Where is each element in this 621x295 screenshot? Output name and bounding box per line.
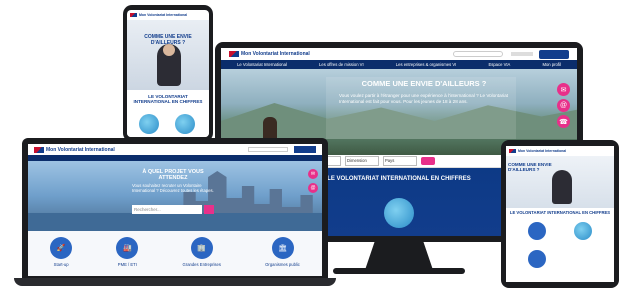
hero-title: À QUEL PROJET VOUS ATTENDEZ (142, 169, 204, 181)
phone-icon[interactable]: ☎ (557, 115, 570, 128)
monitor-base (333, 268, 465, 274)
search-input[interactable]: Rechercher... (132, 205, 202, 214)
category-card[interactable]: 🏢 Grandes Entreprises (183, 237, 221, 276)
login-button[interactable] (294, 146, 316, 153)
mail-icon[interactable]: @ (308, 183, 318, 193)
brand-name: Mon Volontariat International (518, 148, 567, 153)
stat-icon (528, 250, 546, 268)
category-card[interactable]: 🚀 Start-up (50, 237, 73, 276)
search-button[interactable] (421, 157, 435, 165)
logo-mark-icon (509, 148, 516, 153)
brand-logo[interactable]: Mon Volontariat International (229, 51, 310, 57)
section-title: LE VOLONTARIAT INTERNATIONAL EN CHIFFRES (509, 210, 611, 215)
laptop-header: Mon Volontariat International (28, 144, 322, 155)
logo-mark-icon (34, 146, 44, 153)
mail-icon[interactable]: @ (557, 99, 570, 112)
public-building-icon: 🏛 (271, 237, 294, 259)
category-label: PME / ETI (117, 262, 137, 267)
nav-item[interactable]: Espace VIA (488, 62, 510, 67)
globe-icon (175, 114, 195, 134)
chat-icon[interactable]: ✉ (557, 83, 570, 96)
brand-name: Mon Volontariat International (139, 12, 188, 17)
building-icon: 🏢 (190, 237, 213, 259)
category-card[interactable]: 🏛 Organismes public (265, 237, 300, 276)
hero-text: Vous voulez partir à l'étranger pour une… (339, 93, 509, 104)
hero-text: Vous souhaitez recruter un Volontaire In… (132, 183, 214, 194)
tablet-device: Mon Volontariat International COMME UNE … (501, 140, 619, 288)
factory-icon: 🏭 (116, 237, 139, 259)
nav-item[interactable]: Les entreprises & organismes VI (396, 62, 457, 67)
category-label: Organismes public (265, 262, 300, 267)
logo-mark-icon (229, 51, 239, 57)
filter-select[interactable]: Dimension (345, 156, 379, 166)
laptop-hero: À QUEL PROJET VOUS ATTENDEZ Vous souhait… (28, 161, 322, 231)
hero-water (28, 213, 322, 231)
laptop-categories: 🚀 Start-up 🏭 PME / ETI 🏢 Grandes Entrepr… (28, 231, 322, 276)
monitor-stand (365, 240, 433, 270)
stat-icon (528, 222, 546, 240)
laptop-base (14, 278, 336, 286)
chat-icon[interactable]: ✉ (308, 169, 318, 179)
search-input[interactable] (453, 51, 503, 57)
section-title: LE VOLONTARIAT INTERNATIONAL EN CHIFFRES (133, 94, 203, 104)
category-label: Grandes Entreprises (182, 262, 221, 267)
monitor-header: Mon Volontariat International (221, 48, 577, 60)
rocket-icon: 🚀 (50, 237, 73, 259)
globe-icon (139, 114, 159, 134)
phone-hero: COMME UNE ENVIE D'AILLEURS ? (127, 20, 209, 90)
phone-header: Mon Volontariat International (127, 10, 209, 19)
category-card[interactable]: 🏭 PME / ETI (116, 237, 139, 276)
monitor-nav: Le Volontariat International Les offres … (221, 60, 577, 69)
tablet-screen: Mon Volontariat International COMME UNE … (506, 146, 614, 282)
nav-item[interactable]: Le Volontariat International (237, 62, 287, 67)
tablet-hero: COMME UNE ENVIE D'AILLEURS ? (506, 156, 614, 208)
hero-person-figure (552, 170, 572, 204)
filter-select[interactable]: Pays (383, 156, 417, 166)
tablet-header: Mon Volontariat International (506, 146, 614, 155)
laptop-screen: Mon Volontariat International À QUEL PRO… (28, 144, 322, 276)
login-button[interactable] (539, 49, 569, 59)
brand-name: Mon Volontariat International (241, 51, 310, 57)
phone-device: Mon Volontariat International COMME UNE … (123, 5, 213, 142)
category-label: Start-up (53, 262, 69, 267)
brand-logo[interactable]: Mon Volontariat International (34, 146, 115, 153)
phone-screen: Mon Volontariat International COMME UNE … (127, 10, 209, 137)
hero-person-face (163, 44, 175, 56)
hero-title: COMME UNE ENVIE D'AILLEURS ? (361, 79, 487, 88)
logo-mark-icon (130, 12, 137, 17)
globe-icon (574, 222, 592, 240)
phone-stats: LE VOLONTARIAT INTERNATIONAL EN CHIFFRES (127, 90, 209, 137)
laptop-device: Mon Volontariat International À QUEL PRO… (14, 138, 336, 290)
search-button[interactable] (204, 205, 214, 214)
brand-name: Mon Volontariat International (46, 146, 115, 153)
nav-item[interactable]: Mon profil (542, 62, 560, 67)
nav-item[interactable]: Les offres de mission VI (319, 62, 364, 67)
globe-icon (384, 198, 414, 228)
search-input[interactable] (248, 147, 288, 152)
account-link[interactable] (511, 52, 533, 56)
